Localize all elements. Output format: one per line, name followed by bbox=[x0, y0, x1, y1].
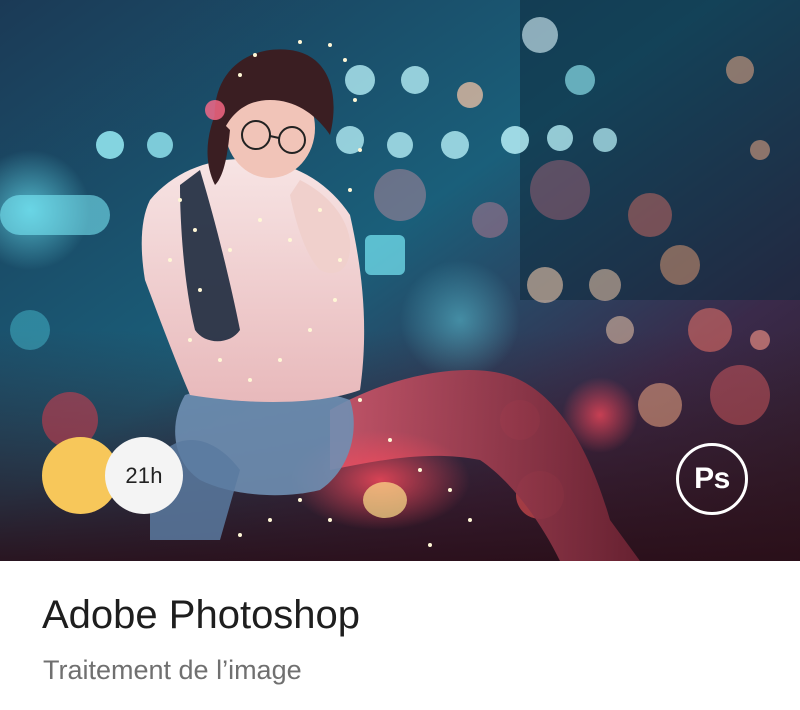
course-card[interactable]: 21h Ps Adobe Photoshop Traitement de l’i… bbox=[0, 0, 800, 710]
time-badge-label: 21h bbox=[125, 462, 163, 488]
card-title[interactable]: Adobe Photoshop bbox=[42, 593, 360, 638]
card-subtitle: Traitement de l’image bbox=[43, 655, 302, 685]
card-badges: 21h bbox=[42, 437, 187, 515]
photoshop-icon-label: Ps bbox=[694, 462, 730, 495]
photoshop-icon: Ps bbox=[676, 443, 748, 515]
time-badge: 21h bbox=[105, 437, 183, 514]
